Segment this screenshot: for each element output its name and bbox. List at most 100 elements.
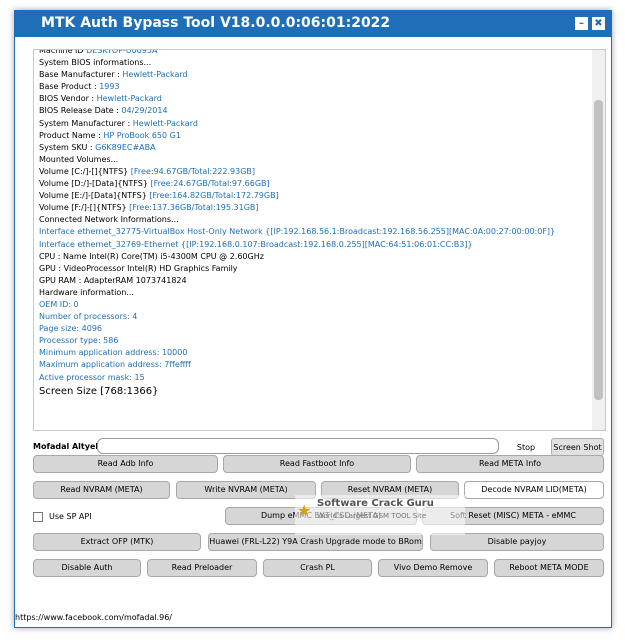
- log-line-label: GPU RAM : AdapterRAM 1073741824: [39, 275, 187, 285]
- read-meta-info-button[interactable]: Read META Info: [416, 455, 604, 473]
- log-line-value: Active processor mask: 15: [39, 372, 145, 382]
- log-line: System Manufacturer : Hewlett-Packard: [39, 118, 591, 130]
- log-line: GPU : VideoProcessor Intel(R) HD Graphic…: [39, 263, 591, 275]
- log-line-label: BIOS Vendor :: [39, 94, 97, 104]
- log-line: Volume [E:/]-[Data]{NTFS} [Free:164.82GB…: [39, 190, 591, 202]
- log-line: Interface ethernet_32775-VirtualBox Host…: [39, 226, 591, 238]
- log-line: Maximum application address: 7ffeffff: [39, 359, 591, 371]
- log-line: Page size: 4096: [39, 323, 591, 335]
- log-line-label: System BIOS informations...: [39, 58, 152, 68]
- log-line-value: Minimum application address: 10000: [39, 348, 188, 358]
- log-line: Base Product : 1993: [39, 81, 591, 93]
- screenshot-button[interactable]: Screen Shot: [551, 438, 604, 456]
- log-line-label: Connected Network Informations...: [39, 215, 179, 225]
- log-line: Base Manufacturer : Hewlett-Packard: [39, 69, 591, 81]
- log-line-label: BIOS Release Date :: [39, 106, 122, 116]
- log-line-label: Volume [E:/]-[Data]{NTFS}: [39, 191, 150, 201]
- log-line-value: [Free:24.67GB/Total:97.66GB]: [150, 179, 270, 189]
- log-line-value: HP ProBook 650 G1: [103, 130, 181, 140]
- log-line: Connected Network Informations...: [39, 214, 591, 226]
- log-line: System BIOS informations...: [39, 57, 591, 69]
- read-nvram-meta-button[interactable]: Read NVRAM (META): [33, 481, 170, 499]
- log-line-label: Base Manufacturer :: [39, 70, 123, 80]
- log-line: Processor type: 586: [39, 335, 591, 347]
- log-line-value: 1993: [99, 82, 120, 92]
- log-line-label: Volume [F:/]-[]{NTFS}: [39, 203, 130, 213]
- log-line-label: System SKU :: [39, 142, 96, 152]
- log-line: Hardware information...: [39, 287, 591, 299]
- log-line-value: Processor type: 586: [39, 336, 119, 346]
- log-line-label: Volume [C:/]-[]{NTFS}: [39, 166, 131, 176]
- log-line: BIOS Vendor : Hewlett-Packard: [39, 93, 591, 105]
- log-output-panel[interactable]: Machine ID DESKTOP-U0695A System BIOS inf…: [33, 49, 606, 431]
- huawei-crash-upgrade-button[interactable]: Huawei (FRL-L22) Y9A Crash Upgrade mode …: [208, 533, 423, 551]
- progress-field[interactable]: [97, 438, 499, 454]
- disable-auth-button[interactable]: Disable Auth: [33, 559, 141, 577]
- log-line: Number of processors: 4: [39, 311, 591, 323]
- log-line: Active processor mask: 15: [39, 372, 591, 384]
- stop-button[interactable]: Stop: [509, 438, 543, 456]
- log-line: CPU : Name Intel(R) Core(TM) i5-4300M CP…: [39, 251, 591, 263]
- log-line: BIOS Release Date : 04/29/2014: [39, 105, 591, 117]
- log-line-value: Number of processors: 4: [39, 312, 138, 322]
- close-button[interactable]: ✖: [592, 17, 605, 30]
- log-line-label: Mounted Volumes...: [39, 154, 119, 164]
- log-scrollbar-thumb[interactable]: [594, 100, 603, 400]
- log-line-value: Hewlett-Packard: [96, 94, 162, 104]
- log-line-label: Base Product :: [39, 82, 100, 92]
- log-line-value: Hewlett-Packard: [132, 118, 198, 128]
- log-line-label: System Manufacturer :: [39, 118, 133, 128]
- extract-ofp-button[interactable]: Extract OFP (MTK): [33, 533, 201, 551]
- vivo-demo-remove-button[interactable]: Vivo Demo Remove: [378, 559, 488, 577]
- log-line: Interface ethernet_32769-Ethernet {[IP:1…: [39, 239, 591, 251]
- log-line-value: [Free:94.67GB/Total:222.93GB]: [130, 166, 256, 176]
- log-line-label: CPU : Name Intel(R) Core(TM) i5-4300M CP…: [39, 251, 264, 261]
- log-line-value: Page size: 4096: [39, 324, 103, 334]
- log-line-label: Volume [D:/]-[Data]{NTFS}: [39, 179, 151, 189]
- log-line-value: Interface ethernet_32769-Ethernet {[IP:1…: [39, 239, 473, 249]
- title-bar: MTK Auth Bypass Tool V18.0.0.0:06:01:202…: [15, 11, 611, 37]
- decode-nvram-lid-button[interactable]: Decode NVRAM LID(META): [464, 481, 604, 499]
- log-line: GPU RAM : AdapterRAM 1073741824: [39, 275, 591, 287]
- log-line-value: [Free:164.82GB/Total:172.79GB]: [149, 191, 279, 201]
- disable-payjoy-button[interactable]: Disable payjoy: [430, 533, 604, 551]
- log-line: Volume [D:/]-[Data]{NTFS} [Free:24.67GB/…: [39, 178, 591, 190]
- log-line: Product Name : HP ProBook 650 G1: [39, 130, 591, 142]
- log-line-value: OEM ID: 0: [39, 299, 79, 309]
- reboot-meta-mode-button[interactable]: Reboot META MODE: [494, 559, 604, 577]
- use-sp-api-label: Use SP API: [49, 512, 92, 521]
- log-scrollbar[interactable]: [592, 50, 605, 430]
- log-line-value: Interface ethernet_32775-VirtualBox Host…: [39, 227, 556, 237]
- window-title: MTK Auth Bypass Tool V18.0.0.0:06:01:202…: [41, 15, 391, 31]
- read-preloader-button[interactable]: Read Preloader: [147, 559, 257, 577]
- log-line: Minimum application address: 10000: [39, 347, 591, 359]
- screen-size-line: Screen Size [768:1366}: [39, 385, 159, 397]
- star-icon: ★: [297, 501, 312, 520]
- read-fastboot-info-button[interactable]: Read Fastboot Info: [223, 455, 411, 473]
- log-line: OEM ID: 0: [39, 299, 591, 311]
- user-name-label: Mofadal Altyeb: [33, 442, 102, 451]
- log-line: Volume [F:/]-[]{NTFS} [Free:137.36GB/Tot…: [39, 202, 591, 214]
- log-line-label: Hardware information...: [39, 287, 134, 297]
- log-line-label: GPU : VideoProcessor Intel(R) HD Graphic…: [39, 263, 238, 273]
- checkbox-box[interactable]: [33, 512, 43, 522]
- app-window: MTK Auth Bypass Tool V18.0.0.0:06:01:202…: [14, 10, 612, 628]
- log-line-value: G6K89EC#ABA: [95, 142, 156, 152]
- status-link[interactable]: https://www.facebook.com/mofadal.96/: [15, 613, 172, 622]
- log-line-value: Hewlett-Packard: [122, 70, 188, 80]
- watermark-title: Software Crack Guru: [317, 498, 434, 509]
- log-line: System SKU : G6K89EC#ABA: [39, 142, 591, 154]
- minimize-button[interactable]: –: [575, 17, 588, 30]
- log-line: Machine ID DESKTOP-U0695A: [39, 49, 591, 57]
- log-line: Mounted Volumes...: [39, 154, 591, 166]
- log-line-value: Maximum application address: 7ffeffff: [39, 360, 191, 370]
- log-lines: Machine ID DESKTOP-U0695A System BIOS inf…: [39, 49, 591, 400]
- log-line: Volume [C:/]-[]{NTFS} [Free:94.67GB/Tota…: [39, 166, 591, 178]
- crash-pl-button[interactable]: Crash PL: [263, 559, 372, 577]
- read-adb-info-button[interactable]: Read Adb Info: [33, 455, 218, 473]
- watermark-subtitle: World's Largest GSM TOOL Site: [317, 512, 427, 520]
- log-line-value: DESKTOP-U0695A: [86, 49, 158, 55]
- log-line-value: [Free:137.36GB/Total:195.31GB]: [129, 203, 259, 213]
- log-line-value: 04/29/2014: [121, 106, 168, 116]
- log-line-label: Machine ID: [39, 49, 87, 55]
